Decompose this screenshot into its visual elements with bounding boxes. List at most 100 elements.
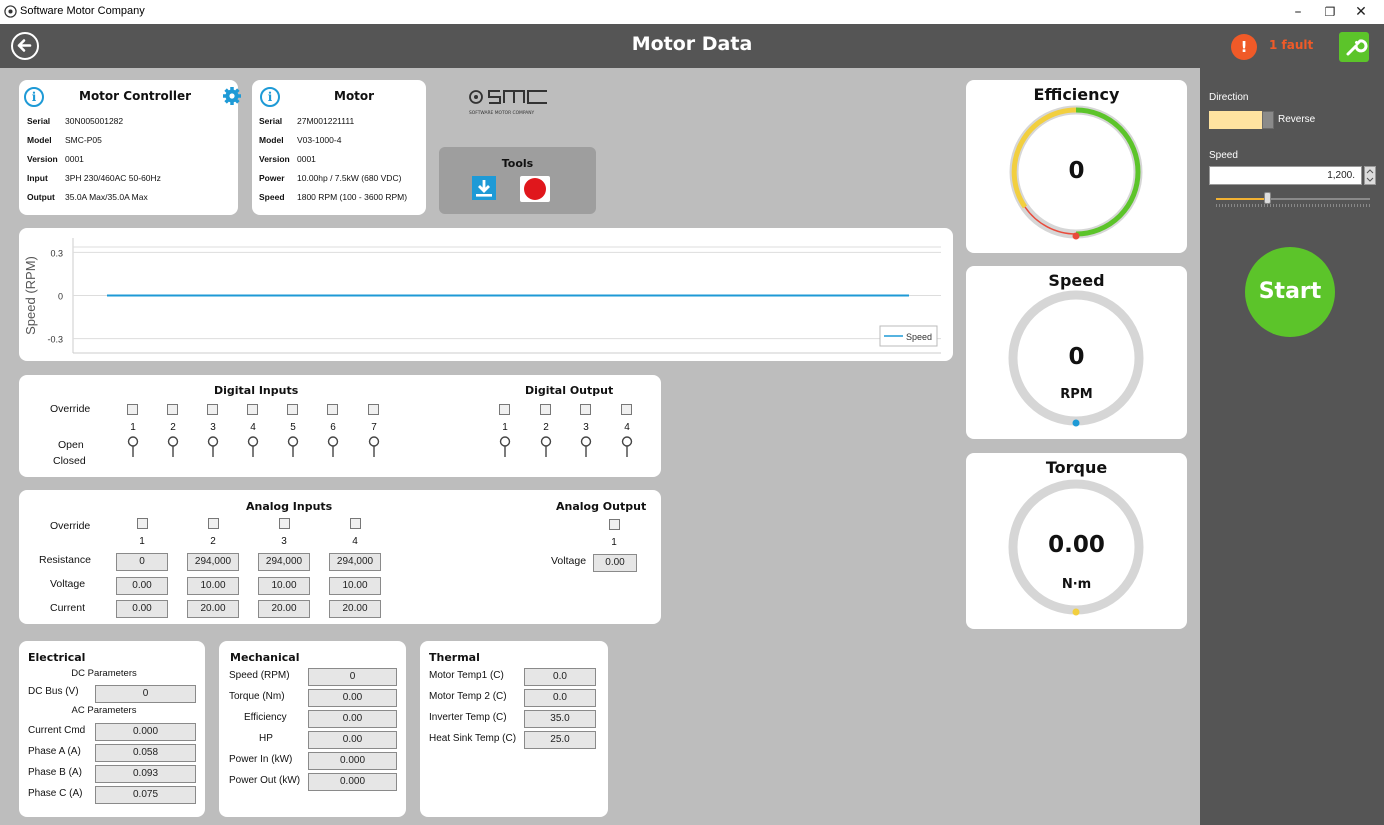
digital-input-override-checkbox[interactable] [127, 404, 138, 415]
digital-output-state-icon [580, 436, 591, 457]
digital-output-override-checkbox[interactable] [540, 404, 551, 415]
electrical-row-label: Phase B (A) [28, 767, 82, 778]
analog-input-override-checkbox[interactable] [279, 518, 290, 529]
thermal-row-value: 25.0 [524, 731, 596, 749]
direction-label: Direction [1209, 92, 1249, 103]
fault-count-link[interactable]: 1 fault [1269, 38, 1313, 52]
motor-card: i Motor Serial 27M001221111 Model V03-1000… [252, 80, 426, 215]
analog-input-override-checkbox[interactable] [350, 518, 361, 529]
digital-input-override-checkbox[interactable] [207, 404, 218, 415]
efficiency-gauge-value: 0 [1068, 158, 1085, 184]
card-title: Motor Controller [79, 89, 192, 103]
analog-voltage-field[interactable]: 0.00 [116, 577, 168, 595]
analog-voltage-field[interactable]: 10.00 [258, 577, 310, 595]
electrical-row-value: 0.000 [95, 723, 196, 741]
mechanical-row-value: 0.00 [308, 689, 397, 707]
override-label: Override [50, 520, 91, 532]
controller-serial: Serial 30N005001282 [27, 116, 124, 126]
restore-button[interactable]: ❐ [1316, 2, 1344, 22]
mechanical-row-label: Speed (RPM) [229, 670, 290, 681]
wrench-icon [1346, 39, 1368, 56]
speed-gauge-unit: RPM [1060, 387, 1093, 402]
analog-resistance-field[interactable]: 294,000 [258, 553, 310, 571]
electrical-title: Electrical [28, 651, 86, 664]
torque-gauge-value: 0.00 [1048, 532, 1105, 558]
gear-icon[interactable] [222, 86, 242, 106]
torque-gauge-unit: N·m [1061, 577, 1092, 592]
analog-resistance-field[interactable]: 294,000 [187, 553, 239, 571]
analog-output-override-checkbox[interactable] [609, 519, 620, 530]
digital-input-override-checkbox[interactable] [247, 404, 258, 415]
smc-logo: SOFTWARE MOTOR COMPANY [467, 84, 572, 118]
digital-inputs-title: Digital Inputs [214, 384, 299, 397]
speed-slider[interactable] [1216, 192, 1370, 208]
speed-gauge-value: 0 [1068, 344, 1085, 370]
electrical-card: Electrical DC Parameters DC Bus (V) 0 AC… [19, 641, 205, 817]
page-title: Motor Data [631, 33, 753, 55]
analog-resistance-field[interactable]: 0 [116, 553, 168, 571]
digital-input-state-icon [167, 436, 178, 457]
digital-input-number: 1 [130, 422, 136, 433]
digital-output-title: Digital Output [525, 384, 614, 397]
analog-resistance-field[interactable]: 294,000 [329, 553, 381, 571]
motor-speed: Speed 1800 RPM (100 - 3600 RPM) [259, 192, 408, 202]
digital-input-state-icon [247, 436, 258, 457]
tools-panel: Tools [439, 147, 596, 214]
chart-y-tick-label: -0.3 [47, 335, 63, 345]
chart-y-tick-label: 0.3 [50, 248, 63, 258]
minimize-button[interactable]: – [1284, 2, 1312, 22]
electrical-row-label: Phase A (A) [28, 746, 81, 757]
analog-input-override-checkbox[interactable] [208, 518, 219, 529]
start-button[interactable]: Start [1245, 247, 1335, 337]
digital-output-override-checkbox[interactable] [580, 404, 591, 415]
close-button[interactable]: ✕ [1347, 2, 1375, 22]
direction-toggle-thumb[interactable] [1262, 111, 1274, 129]
speed-slider-thumb[interactable] [1263, 192, 1271, 204]
mechanical-row-value: 0 [308, 668, 397, 686]
analog-current-field[interactable]: 20.00 [258, 600, 310, 618]
thermal-row-label: Heat Sink Temp (C) [429, 733, 517, 744]
controller-version: Version 0001 [27, 154, 84, 164]
speed-spinner[interactable] [1364, 166, 1376, 185]
info-icon[interactable]: i [260, 87, 280, 107]
speed-gauge-card: Speed 0 RPM [966, 266, 1187, 439]
record-icon [524, 178, 546, 200]
digital-input-state-icon [327, 436, 338, 457]
efficiency-gauge-card: Efficiency 0 [966, 80, 1187, 253]
analog-output-voltage-field[interactable]: 0.00 [593, 554, 637, 572]
digital-output-number: 4 [624, 422, 630, 433]
analog-voltage-field[interactable]: 10.00 [187, 577, 239, 595]
info-icon[interactable]: i [24, 87, 44, 107]
analog-voltage-field[interactable]: 10.00 [329, 577, 381, 595]
analog-output-number: 1 [611, 537, 617, 548]
digital-output-number: 1 [502, 422, 508, 433]
fault-icon[interactable]: ! [1231, 34, 1257, 60]
digital-input-override-checkbox[interactable] [368, 404, 379, 415]
analog-current-field[interactable]: 20.00 [187, 600, 239, 618]
digital-input-state-icon [287, 436, 298, 457]
digital-input-override-checkbox[interactable] [287, 404, 298, 415]
mechanical-row-value: 0.00 [308, 710, 397, 728]
motor-version: Version 0001 [259, 154, 316, 164]
analog-input-override-checkbox[interactable] [137, 518, 148, 529]
digital-output-override-checkbox[interactable] [621, 404, 632, 415]
download-button[interactable] [472, 176, 496, 200]
direction-toggle[interactable] [1209, 111, 1274, 129]
analog-current-field[interactable]: 20.00 [329, 600, 381, 618]
mechanical-row-label: Efficiency [244, 712, 287, 723]
chart-y-tick-label: 0 [58, 292, 63, 302]
digital-output-state-icon [540, 436, 551, 457]
digital-input-number: 4 [250, 422, 256, 433]
efficiency-gauge-needle [1072, 232, 1080, 240]
controller-model: Model SMC-P05 [27, 135, 102, 145]
speed-input[interactable]: 1,200. [1209, 166, 1362, 185]
settings-wrench-button[interactable] [1339, 32, 1369, 62]
digital-input-override-checkbox[interactable] [327, 404, 338, 415]
analog-current-field[interactable]: 0.00 [116, 600, 168, 618]
record-button[interactable] [520, 176, 550, 202]
mechanical-row-value: 0.000 [308, 773, 397, 791]
digital-output-override-checkbox[interactable] [499, 404, 510, 415]
digital-input-number: 7 [371, 422, 377, 433]
thermal-row-label: Motor Temp 2 (C) [429, 691, 507, 702]
digital-input-override-checkbox[interactable] [167, 404, 178, 415]
